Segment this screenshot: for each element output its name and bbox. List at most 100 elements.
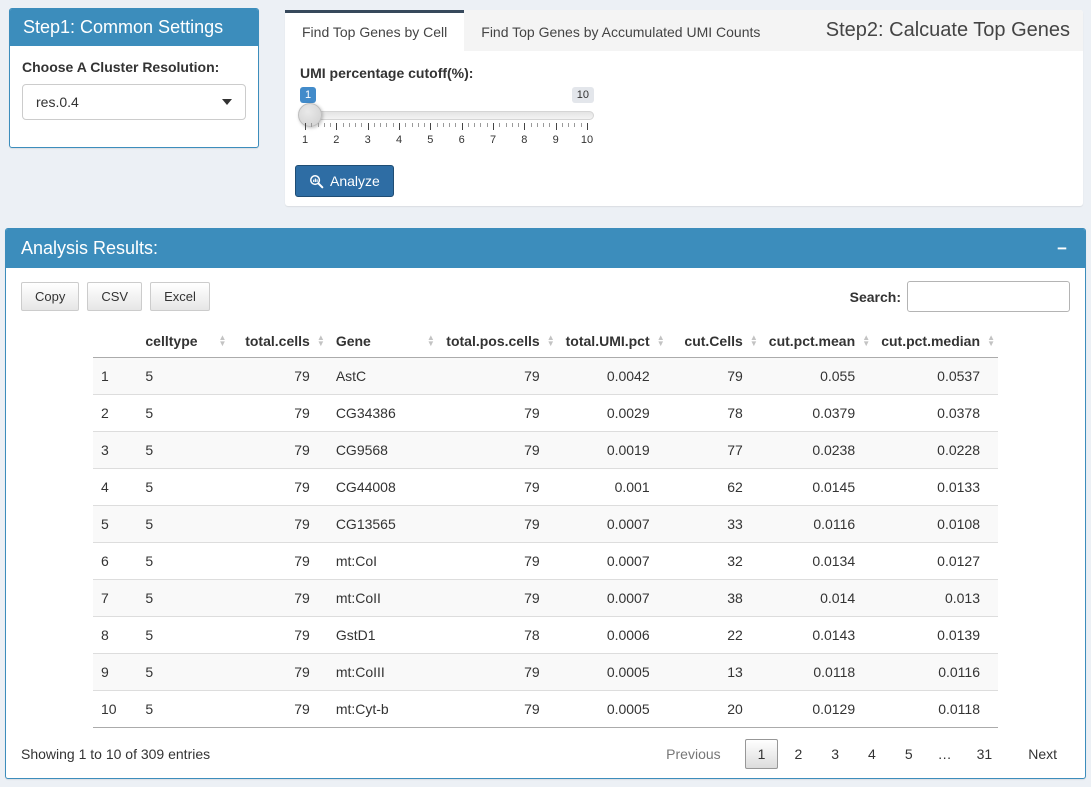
tab-find-top-genes-by-cell[interactable]: Find Top Genes by Cell xyxy=(285,10,464,51)
pagination: Previous12345…31Next xyxy=(650,739,1070,769)
tab-find-top-genes-by-umi[interactable]: Find Top Genes by Accumulated UMI Counts xyxy=(464,10,777,51)
slider-tick-label: 6 xyxy=(459,134,465,146)
table-cell: 5 xyxy=(137,691,229,728)
table-row[interactable]: 8579GstD1780.0006220.01430.0139 xyxy=(93,617,998,654)
page-button-31[interactable]: 31 xyxy=(964,739,1006,769)
column-header-cut.pct.median[interactable]: cut.pct.median xyxy=(873,325,998,358)
table-cell: 32 xyxy=(668,543,761,580)
table-row[interactable]: 5579CG13565790.0007330.01160.0108 xyxy=(93,506,998,543)
slider-tick-label: 5 xyxy=(427,134,433,146)
table-row[interactable]: 3579CG9568790.0019770.02380.0228 xyxy=(93,432,998,469)
step1-header: Step1: Common Settings xyxy=(10,9,258,46)
table-row[interactable]: 4579CG44008790.001620.01450.0133 xyxy=(93,469,998,506)
table-cell: 0.0129 xyxy=(761,691,873,728)
step2-title: Step2: Calcuate Top Genes xyxy=(826,10,1083,51)
slider-tick xyxy=(324,123,325,127)
slider-tick xyxy=(562,123,563,127)
excel-export-button[interactable]: Excel xyxy=(150,282,210,311)
table-row[interactable]: 10579mt:Cyt-b790.0005200.01290.0118 xyxy=(93,691,998,728)
sort-icon xyxy=(862,335,870,347)
table-cell: 0.0378 xyxy=(873,395,998,432)
slider-tick-label: 7 xyxy=(490,134,496,146)
table-cell: 77 xyxy=(668,432,761,469)
slider-track[interactable] xyxy=(300,111,594,120)
slider-tick-label: 10 xyxy=(581,134,593,146)
table-row[interactable]: 1579AstC790.0042790.0550.0537 xyxy=(93,358,998,395)
results-body: Copy CSV Excel Search: celltypetotal.cells… xyxy=(6,281,1085,769)
next-button[interactable]: Next xyxy=(1015,739,1070,769)
table-row[interactable]: 2579CG34386790.0029780.03790.0378 xyxy=(93,395,998,432)
slider-tick xyxy=(499,123,500,127)
page-button-3[interactable]: 3 xyxy=(818,739,852,769)
column-header-rownum[interactable] xyxy=(93,325,137,358)
table-cell: 3 xyxy=(93,432,137,469)
table-cell: 79 xyxy=(229,617,327,654)
slider-tick xyxy=(405,123,406,127)
search-icon xyxy=(309,174,324,189)
table-cell: CG13565 xyxy=(328,506,438,543)
export-buttons: Copy CSV Excel xyxy=(21,282,210,311)
column-header-celltype[interactable]: celltype xyxy=(137,325,229,358)
sort-icon xyxy=(657,335,665,347)
umi-cutoff-slider[interactable]: 1 10 12345678910 xyxy=(300,87,594,159)
table-row[interactable]: 9579mt:CoIII790.0005130.01180.0116 xyxy=(93,654,998,691)
page-button-5[interactable]: 5 xyxy=(892,739,926,769)
slider-tick-label: 2 xyxy=(333,134,339,146)
column-header-cut.pct.mean[interactable]: cut.pct.mean xyxy=(761,325,873,358)
column-label: total.UMI.pct xyxy=(566,333,650,349)
column-label: cut.pct.median xyxy=(881,333,980,349)
table-row[interactable]: 6579mt:CoI790.0007320.01340.0127 xyxy=(93,543,998,580)
column-header-Gene[interactable]: Gene xyxy=(328,325,438,358)
page-button-2[interactable]: 2 xyxy=(781,739,815,769)
table-cell: 79 xyxy=(229,358,327,395)
table-cell: 0.0005 xyxy=(558,654,668,691)
umi-cutoff-label: UMI percentage cutoff(%): xyxy=(300,65,1068,81)
table-row[interactable]: 7579mt:CoII790.0007380.0140.013 xyxy=(93,580,998,617)
table-toolbar: Copy CSV Excel Search: xyxy=(21,281,1070,312)
table-cell: 0.0143 xyxy=(761,617,873,654)
results-table: celltypetotal.cells Gene total.pos.cells to… xyxy=(93,325,998,728)
table-cell: mt:CoI xyxy=(328,543,438,580)
column-header-cut.Cells[interactable]: cut.Cells xyxy=(668,325,761,358)
csv-export-button[interactable]: CSV xyxy=(87,282,142,311)
table-cell: 79 xyxy=(438,691,558,728)
table-cell: 0.0005 xyxy=(558,691,668,728)
table-cell: 0.0029 xyxy=(558,395,668,432)
results-title: Analysis Results: xyxy=(21,238,158,259)
slider-tick xyxy=(480,123,481,127)
search-input[interactable] xyxy=(907,281,1070,312)
table-cell: 6 xyxy=(93,543,137,580)
table-cell: GstD1 xyxy=(328,617,438,654)
slider-tick xyxy=(543,123,544,127)
previous-button[interactable]: Previous xyxy=(653,739,733,769)
table-cell: 0.013 xyxy=(873,580,998,617)
table-cell: 79 xyxy=(438,358,558,395)
table-search: Search: xyxy=(850,281,1070,312)
table-cell: AstC xyxy=(328,358,438,395)
cluster-resolution-select[interactable]: res.0.4 xyxy=(22,84,246,120)
table-cell: 0.0127 xyxy=(873,543,998,580)
analyze-button[interactable]: Analyze xyxy=(295,165,394,197)
table-cell: 79 xyxy=(438,395,558,432)
table-cell: 0.0238 xyxy=(761,432,873,469)
page-button-1[interactable]: 1 xyxy=(745,739,779,769)
table-cell: 0.0116 xyxy=(761,506,873,543)
sort-icon xyxy=(547,335,555,347)
tab-content: UMI percentage cutoff(%): 1 10 123456789… xyxy=(285,51,1083,197)
table-cell: 0.0042 xyxy=(558,358,668,395)
slider-tick xyxy=(318,123,319,127)
column-header-total.cells[interactable]: total.cells xyxy=(229,325,327,358)
slider-value-badge: 1 xyxy=(300,87,316,103)
column-header-total.UMI.pct[interactable]: total.UMI.pct xyxy=(558,325,668,358)
collapse-minus-icon[interactable]: − xyxy=(1054,240,1070,257)
table-cell: 79 xyxy=(438,432,558,469)
page-button-4[interactable]: 4 xyxy=(855,739,889,769)
copy-export-button[interactable]: Copy xyxy=(21,282,79,311)
column-label: Gene xyxy=(336,333,371,349)
analyze-button-label: Analyze xyxy=(330,173,380,189)
analysis-results-panel: Analysis Results: − Copy CSV Excel Search:… xyxy=(5,228,1086,779)
table-cell: 0.0007 xyxy=(558,543,668,580)
slider-tick xyxy=(506,123,507,127)
column-header-total.pos.cells[interactable]: total.pos.cells xyxy=(438,325,558,358)
table-cell: 0.001 xyxy=(558,469,668,506)
